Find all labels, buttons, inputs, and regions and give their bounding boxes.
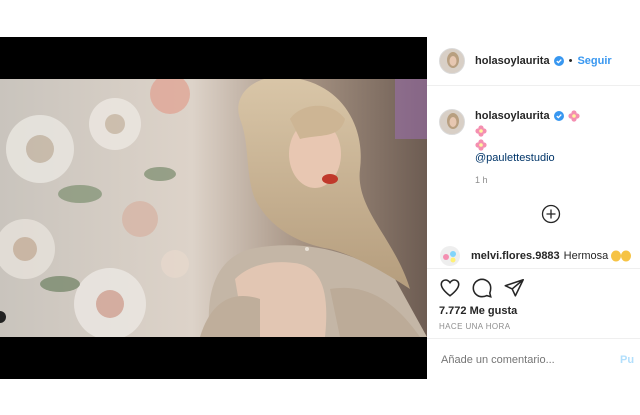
avatar-image bbox=[440, 110, 464, 134]
post-media[interactable] bbox=[0, 37, 427, 379]
flower-icon bbox=[475, 125, 487, 137]
clap-emoji-icon bbox=[611, 250, 632, 262]
flower-icon bbox=[567, 110, 580, 122]
plus-circle-icon[interactable] bbox=[541, 204, 561, 224]
caption-avatar[interactable] bbox=[439, 109, 465, 135]
verified-icon bbox=[553, 111, 564, 121]
caption: holasoylaurita @paulettestudio 1 h bbox=[439, 109, 629, 187]
comment-username[interactable]: melvi.flores.9883 bbox=[471, 250, 560, 262]
caption-username[interactable]: holasoylaurita bbox=[475, 109, 550, 123]
likes-count[interactable]: 7.772 Me gusta bbox=[427, 299, 640, 317]
post-side-panel: holasoylaurita • Seguir holasoylaurita @… bbox=[427, 37, 640, 379]
comment-row: melvi.flores.9883 Hermosa bbox=[439, 245, 632, 267]
separator-dot: • bbox=[568, 55, 573, 67]
flower-icon bbox=[475, 139, 487, 151]
carousel-prev-indicator[interactable] bbox=[0, 307, 6, 327]
comment-text: Hermosa bbox=[563, 250, 609, 262]
header-username[interactable]: holasoylaurita bbox=[475, 55, 550, 67]
comment-icon[interactable] bbox=[471, 277, 493, 299]
caption-time: 1 h bbox=[475, 175, 488, 185]
caption-mention-link[interactable]: @paulettestudio bbox=[475, 151, 580, 165]
photo-illustration bbox=[0, 79, 427, 337]
avatar[interactable] bbox=[439, 48, 465, 74]
post-header: holasoylaurita • Seguir bbox=[427, 37, 640, 86]
avatar-image bbox=[440, 49, 464, 73]
verified-icon bbox=[553, 56, 564, 66]
post-photo[interactable] bbox=[0, 79, 427, 337]
post-timestamp: HACE UNA HORA bbox=[439, 322, 511, 331]
follow-button[interactable]: Seguir bbox=[577, 55, 611, 67]
comment-input[interactable] bbox=[439, 352, 618, 367]
share-icon[interactable] bbox=[503, 277, 525, 299]
publish-button[interactable]: Pu bbox=[620, 354, 634, 366]
commenter-avatar[interactable] bbox=[439, 245, 461, 267]
heart-icon[interactable] bbox=[439, 277, 461, 299]
add-comment-bar: Pu bbox=[427, 338, 640, 380]
